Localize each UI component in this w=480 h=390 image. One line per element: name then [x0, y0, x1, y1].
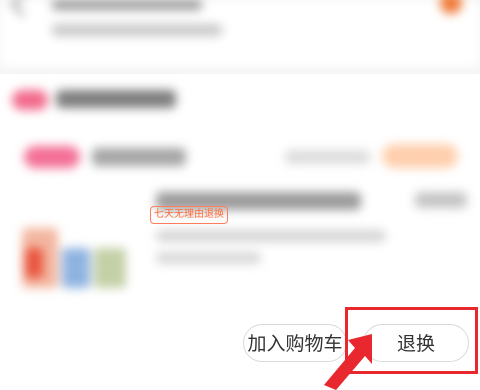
product-image-part: [62, 248, 90, 288]
product-spec-blurred: [156, 230, 386, 242]
return-policy-tag: 七天无理由退换: [150, 206, 228, 224]
header-badge-icon: [440, 0, 462, 14]
product-thumbnail[interactable]: [22, 208, 132, 298]
promo-badge: [24, 146, 80, 168]
promo-row: [0, 138, 480, 178]
product-item[interactable]: [0, 186, 480, 296]
product-price-blurred: [415, 192, 467, 208]
promo-text-blurred: [92, 148, 186, 166]
product-spec-blurred: [156, 252, 261, 264]
promo-info-blurred: [285, 150, 370, 164]
order-header-card: [0, 0, 480, 68]
header-title-blurred: [52, 0, 202, 10]
store-badge-icon: [12, 90, 48, 110]
promo-action-button[interactable]: [382, 144, 458, 168]
back-arrow-icon[interactable]: [10, 0, 35, 17]
product-image-part: [94, 248, 126, 288]
pointer-arrow-icon: [324, 334, 372, 390]
header-subtitle-blurred: [52, 24, 222, 36]
store-name-blurred: [56, 90, 176, 108]
product-image-part: [25, 248, 43, 278]
